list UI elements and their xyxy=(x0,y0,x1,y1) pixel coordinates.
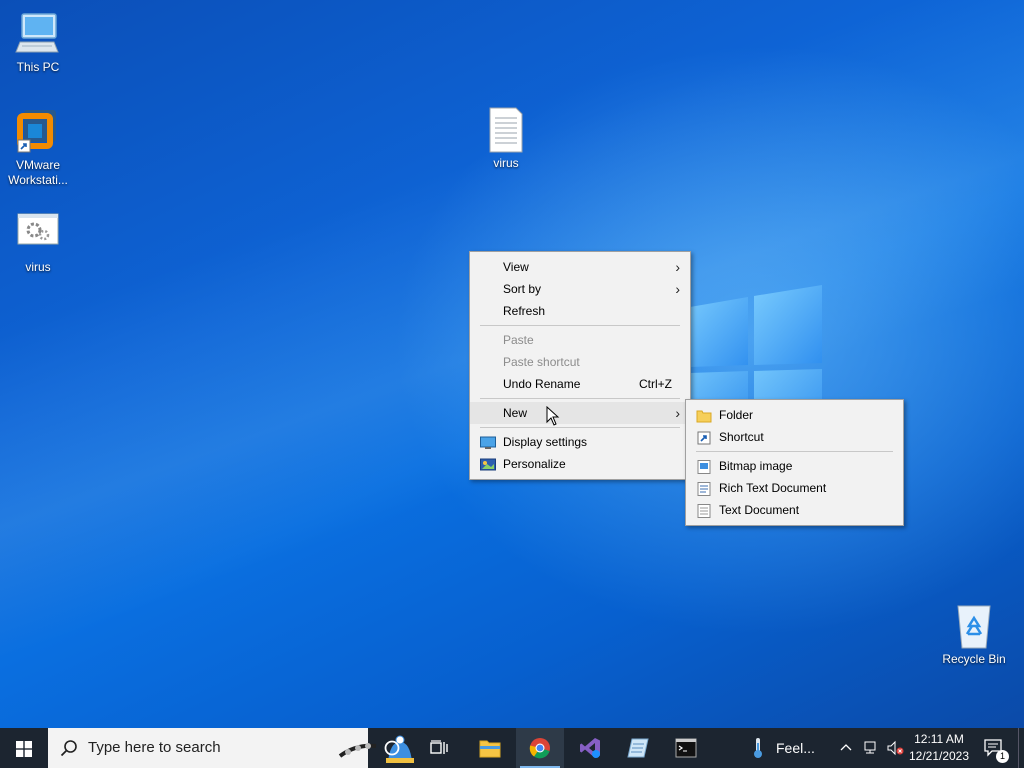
mouse-cursor-icon xyxy=(546,406,560,426)
submenu-item-label: Folder xyxy=(719,408,754,422)
chevron-up-icon xyxy=(840,744,852,751)
menu-item-paste[interactable]: Paste xyxy=(470,329,690,351)
desktop-icon-vmware[interactable]: VMware Workstati... xyxy=(0,108,76,188)
submenu-item-bitmap-image[interactable]: Bitmap image xyxy=(686,455,903,477)
desktop-icon-label: virus xyxy=(25,260,51,274)
network-tray-button[interactable] xyxy=(860,728,882,768)
cortana-button[interactable] xyxy=(368,728,416,768)
menu-item-undo-rename[interactable]: Undo Rename Ctrl+Z xyxy=(470,373,690,395)
clock-date: 12/21/2023 xyxy=(908,749,970,763)
folder-icon xyxy=(696,408,712,423)
submenu-item-label: Shortcut xyxy=(719,430,764,444)
bitmap-icon xyxy=(696,459,712,474)
menu-item-new[interactable]: New › xyxy=(470,402,690,424)
new-submenu: Folder Shortcut Bitmap image Rich Text D… xyxy=(685,399,904,526)
chevron-right-icon: › xyxy=(675,281,680,297)
network-icon xyxy=(864,741,876,754)
menu-item-refresh[interactable]: Refresh xyxy=(470,300,690,322)
recycle-bin-icon xyxy=(950,602,998,650)
taskbar-visual-studio[interactable] xyxy=(566,728,614,768)
task-view-icon xyxy=(430,740,448,754)
shortcut-icon xyxy=(696,430,712,445)
menu-item-label: Personalize xyxy=(503,457,566,471)
menu-item-sort-by[interactable]: Sort by › xyxy=(470,278,690,300)
chevron-right-icon: › xyxy=(675,259,680,275)
submenu-item-rich-text-document[interactable]: Rich Text Document xyxy=(686,477,903,499)
notepad-icon xyxy=(627,738,649,758)
search-icon xyxy=(60,740,77,757)
windows-start-icon xyxy=(16,741,32,757)
menu-item-label: Display settings xyxy=(503,435,588,449)
menu-separator xyxy=(480,325,680,326)
submenu-item-label: Text Document xyxy=(719,503,800,517)
batch-file-icon xyxy=(14,210,62,258)
taskbar: Type here to search Feel... 12:11 AM 12/… xyxy=(0,728,1024,768)
thermometer-icon xyxy=(754,738,762,758)
terminal-icon xyxy=(675,738,697,758)
menu-item-label: Sort by xyxy=(503,282,542,296)
clock-time: 12:11 AM xyxy=(914,732,964,746)
submenu-item-label: Rich Text Document xyxy=(719,481,827,495)
weather-widget[interactable]: Feel... xyxy=(744,728,824,768)
task-view-button[interactable] xyxy=(416,728,464,768)
taskbar-terminal[interactable] xyxy=(662,728,710,768)
start-button[interactable] xyxy=(0,728,48,768)
submenu-item-shortcut[interactable]: Shortcut xyxy=(686,426,903,448)
this-pc-icon xyxy=(14,10,62,58)
submenu-item-folder[interactable]: Folder xyxy=(686,404,903,426)
rich-text-icon xyxy=(696,481,712,496)
taskbar-file-explorer[interactable] xyxy=(466,728,514,768)
menu-item-label: Paste xyxy=(503,333,534,347)
desktop-icon-label: virus xyxy=(493,156,519,170)
chrome-icon xyxy=(529,738,550,759)
show-desktop-button[interactable] xyxy=(1018,728,1024,768)
submenu-item-label: Bitmap image xyxy=(719,459,793,473)
desktop-icon-this-pc[interactable]: This PC xyxy=(0,10,76,75)
menu-item-label: Refresh xyxy=(503,304,546,318)
taskbar-notepad[interactable] xyxy=(614,728,662,768)
desktop[interactable]: This PC VMware Workstati... virus virus … xyxy=(0,0,1024,728)
desktop-icon-virus-batch[interactable]: virus xyxy=(0,210,76,275)
weather-label: Feel... xyxy=(776,740,815,756)
submenu-item-text-document[interactable]: Text Document xyxy=(686,499,903,521)
menu-item-view[interactable]: View › xyxy=(470,256,690,278)
personalize-icon xyxy=(480,457,496,471)
menu-item-label: New xyxy=(503,406,528,420)
menu-item-display-settings[interactable]: Display settings xyxy=(470,431,690,453)
search-placeholder: Type here to search xyxy=(88,739,221,756)
notification-count-badge: 1 xyxy=(996,750,1009,763)
menu-item-label: Undo Rename xyxy=(503,377,581,391)
menu-separator xyxy=(480,427,680,428)
menu-item-shortcut: Ctrl+Z xyxy=(639,377,672,391)
menu-separator xyxy=(480,398,680,399)
text-file-icon xyxy=(482,106,530,154)
file-explorer-icon xyxy=(479,740,501,758)
menu-item-paste-shortcut[interactable]: Paste shortcut xyxy=(470,351,690,373)
desktop-context-menu: View › Sort by › Refresh Paste Paste sho… xyxy=(469,251,691,480)
action-center-button[interactable]: 1 xyxy=(974,728,1014,768)
clock-button[interactable]: 12:11 AM 12/21/2023 xyxy=(906,728,972,768)
desktop-icon-label: This PC xyxy=(16,60,60,74)
cortana-circle-icon xyxy=(384,740,400,756)
display-settings-icon xyxy=(480,435,496,449)
menu-item-personalize[interactable]: Personalize xyxy=(470,453,690,475)
menu-item-label: View xyxy=(503,260,529,274)
desktop-icon-label: Recycle Bin xyxy=(942,652,1006,666)
menu-separator xyxy=(696,451,893,452)
taskbar-search-box[interactable]: Type here to search xyxy=(48,728,414,768)
visual-studio-icon xyxy=(580,738,600,758)
show-hidden-icons-button[interactable] xyxy=(836,728,856,768)
volume-muted-icon xyxy=(887,740,904,756)
text-document-icon xyxy=(696,503,712,518)
taskbar-chrome[interactable] xyxy=(516,728,564,768)
desktop-icon-label: VMware Workstati... xyxy=(8,158,68,187)
desktop-icon-recycle-bin[interactable]: Recycle Bin xyxy=(936,602,1012,667)
desktop-icon-virus-text[interactable]: virus xyxy=(468,106,544,171)
menu-item-label: Paste shortcut xyxy=(503,355,580,369)
chevron-right-icon: › xyxy=(675,405,680,421)
volume-tray-button[interactable] xyxy=(884,728,906,768)
vmware-icon xyxy=(14,108,62,156)
